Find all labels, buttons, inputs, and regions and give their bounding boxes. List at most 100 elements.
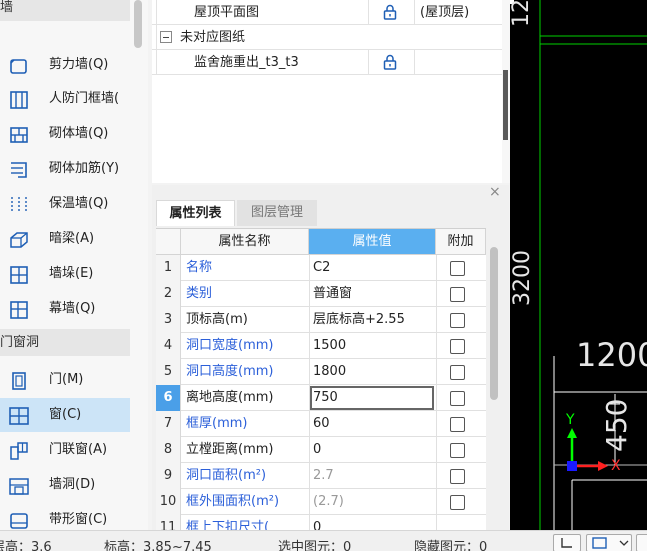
property-grid: 属性名称 属性值 附加 1 名称 C2 2 类别 普通窗 3 顶标高(m) 层底标高+2.55 4… <box>156 228 486 530</box>
dimension-label-side: 3200 <box>510 250 535 306</box>
property-row[interactable]: 1 名称 C2 <box>156 255 486 281</box>
property-value[interactable]: 60 <box>313 411 330 437</box>
header-row-number <box>156 229 181 255</box>
property-value[interactable]: 1500 <box>313 333 346 359</box>
shear-wall-icon <box>8 56 30 76</box>
tab-layer-management[interactable]: 图层管理 <box>237 200 317 226</box>
property-value[interactable]: (2.7) <box>313 489 344 515</box>
close-icon[interactable]: × <box>489 185 501 199</box>
collapse-toggle-icon[interactable] <box>160 31 172 43</box>
tree-item-label: 墙洞(D) <box>49 477 96 492</box>
tree-item-label: 保温墙(Q) <box>49 196 109 211</box>
tree-item-door-window[interactable]: 门联窗(A) <box>0 433 130 467</box>
property-value[interactable]: 普通窗 <box>313 281 352 307</box>
tree-item-wall-pier[interactable]: 墙垛(E) <box>0 257 130 291</box>
header-property-value[interactable]: 属性值 <box>309 229 436 255</box>
property-row[interactable]: 2 类别 普通窗 <box>156 281 486 307</box>
property-row[interactable]: 10 框外围面积(m²) (2.7) <box>156 489 486 515</box>
row-number: 4 <box>156 333 181 359</box>
attach-checkbox[interactable] <box>450 469 465 484</box>
wall-opening-icon <box>8 476 30 496</box>
tree-item-masonry-wall[interactable]: 砌体墙(Q) <box>0 117 130 151</box>
tree-item-masonry-rebar[interactable]: 砌体加筋(Y) <box>0 152 130 186</box>
attach-checkbox[interactable] <box>450 313 465 328</box>
attach-checkbox[interactable] <box>450 417 465 432</box>
select-mode-button[interactable] <box>586 534 632 551</box>
axis-label-x: X <box>611 458 621 474</box>
property-row[interactable]: 3 顶标高(m) 层底标高+2.55 <box>156 307 486 333</box>
property-row[interactable]: 4 洞口宽度(mm) 1500 <box>156 333 486 359</box>
tree-item-door[interactable]: 门(M) <box>0 363 130 397</box>
drawing-name: 屋顶平面图 <box>194 5 260 20</box>
tree-item-wall-opening[interactable]: 墙洞(D) <box>0 468 130 502</box>
attach-checkbox[interactable] <box>450 391 465 406</box>
property-scrollbar-thumb[interactable] <box>490 247 498 400</box>
property-name: 名称 <box>186 260 213 275</box>
tree-item-insulation-wall[interactable]: 保温墙(Q) <box>0 187 130 221</box>
property-row[interactable]: 8 立樘距离(mm) 0 <box>156 437 486 463</box>
axis-label-y: Y <box>566 412 575 428</box>
civil-defense-door-wall-icon <box>8 90 30 110</box>
category-header-openings[interactable]: 门窗洞 <box>0 329 130 356</box>
tree-scrollbar[interactable] <box>134 0 142 48</box>
dimension-label-top: 12 <box>510 0 534 27</box>
property-row[interactable]: 6 离地高度(mm) 750 <box>156 385 486 411</box>
drawing-group-row[interactable]: 未对应图纸 <box>152 25 502 50</box>
door-icon <box>8 371 30 391</box>
property-name: 立樘距离(mm) <box>186 442 274 457</box>
tree-item-curtain-wall[interactable]: 幕墙(Q) <box>0 292 130 326</box>
tree-item-hidden-beam[interactable]: 暗梁(A) <box>0 222 130 256</box>
tree-item-civil-defense-door-wall[interactable]: 人防门框墙( <box>0 82 130 116</box>
tree-item-label: 带形窗(C) <box>49 512 108 527</box>
tree-item-label: 剪力墙(Q) <box>49 57 109 72</box>
property-name: 洞口高度(mm) <box>186 364 274 379</box>
attach-checkbox[interactable] <box>450 339 465 354</box>
attach-checkbox[interactable] <box>450 261 465 276</box>
splitter-handle[interactable] <box>503 70 508 140</box>
property-value[interactable]: 750 <box>313 385 338 411</box>
tree-item-window[interactable]: 窗(C) <box>0 398 130 432</box>
tree-item-label: 窗(C) <box>49 407 82 422</box>
tab-property-list[interactable]: 属性列表 <box>156 200 235 226</box>
property-name: 框上下扣尺寸( <box>186 520 270 530</box>
property-row[interactable]: 7 框厚(mm) 60 <box>156 411 486 437</box>
property-name: 框厚(mm) <box>186 416 248 431</box>
drawing-group-name: 未对应图纸 <box>180 30 246 45</box>
cad-drawing-canvas[interactable]: 12 3200 1200 450 Y X <box>510 0 647 530</box>
property-name: 顶标高(m) <box>186 312 248 327</box>
attach-checkbox[interactable] <box>450 495 465 510</box>
lock-icon[interactable] <box>382 54 398 70</box>
property-name: 洞口面积(m²) <box>186 468 267 483</box>
tree-item-strip-window[interactable]: 带形窗(C) <box>0 503 130 530</box>
property-value[interactable]: C2 <box>313 255 330 281</box>
row-number: 5 <box>156 359 181 385</box>
masonry-rebar-icon <box>8 160 30 180</box>
property-value[interactable]: 层底标高+2.55 <box>313 307 405 333</box>
drawing-layer: (屋顶层) <box>420 5 470 20</box>
tree-item-label: 砌体墙(Q) <box>49 126 109 141</box>
attach-checkbox[interactable] <box>450 365 465 380</box>
property-row[interactable]: 5 洞口高度(mm) 1800 <box>156 359 486 385</box>
lock-icon[interactable] <box>382 4 398 20</box>
drawing-list-panel: 屋顶平面图 (屋顶层) 未对应图纸 监舍施重出_t3_t3 <box>152 0 502 183</box>
property-value[interactable]: 2.7 <box>313 463 334 489</box>
property-value[interactable]: 0 <box>313 515 321 530</box>
dimension-label-1200: 1200 <box>576 336 647 374</box>
attach-checkbox[interactable] <box>450 443 465 458</box>
header-attach[interactable]: 附加 <box>436 229 486 255</box>
tree-item-shear-wall[interactable]: 剪力墙(Q) <box>0 48 130 82</box>
component-tree-panel: 墙 剪力墙(Q) 人防门框墙( 砌体墙(Q) 砌体加筋(Y) 保温墙(Q) 暗梁… <box>0 0 148 530</box>
category-header-wall[interactable]: 墙 <box>0 0 130 21</box>
property-row[interactable]: 9 洞口面积(m²) 2.7 <box>156 463 486 489</box>
header-property-name[interactable]: 属性名称 <box>181 229 309 255</box>
tree-item-label: 暗梁(A) <box>49 231 95 246</box>
tree-item-label: 幕墙(Q) <box>49 301 96 316</box>
attach-checkbox[interactable] <box>450 287 465 302</box>
property-value[interactable]: 1800 <box>313 359 346 385</box>
property-row[interactable]: 11 框上下扣尺寸(0 <box>156 515 486 530</box>
drawing-row[interactable]: 屋顶平面图 (屋顶层) <box>152 0 502 25</box>
property-value[interactable]: 0 <box>313 437 321 463</box>
snap-mode-button[interactable] <box>636 534 647 551</box>
drawing-row[interactable]: 监舍施重出_t3_t3 <box>152 50 502 75</box>
ortho-mode-button[interactable] <box>553 534 581 551</box>
